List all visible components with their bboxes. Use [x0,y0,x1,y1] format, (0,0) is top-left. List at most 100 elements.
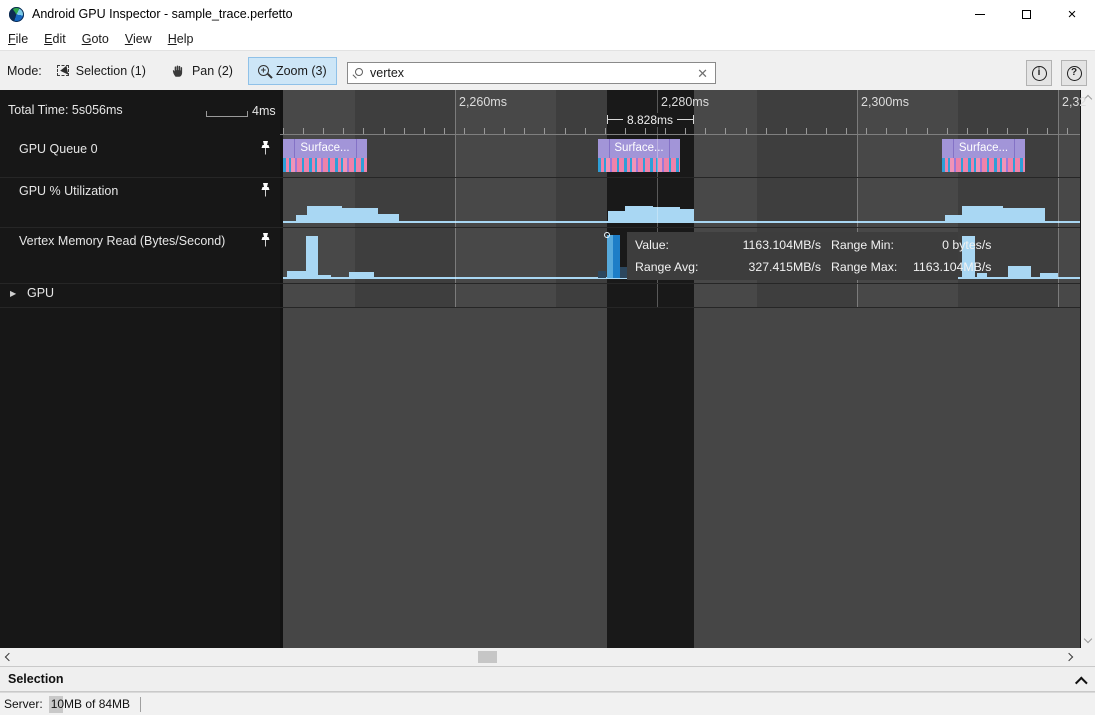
gpu-queue-event-label: Surface... [942,139,1025,158]
time-gridline [455,90,456,307]
time-tick-label: 2,300ms [861,95,909,109]
chevron-left-icon [5,653,13,661]
vertex-memory-bar[interactable] [1008,266,1031,278]
gpu-queue-event[interactable]: Surface... [283,139,367,172]
gpu-utilization-step[interactable] [962,206,1003,222]
vertex-memory-bar[interactable] [607,235,620,278]
track-label-vertex-memory[interactable]: Vertex Memory Read (Bytes/Second) [19,234,225,248]
mode-zoom-button[interactable]: + Zoom (3) [248,57,337,85]
measurement-label: 8.828ms [623,113,677,127]
gpu-utilization-step[interactable] [342,208,378,222]
search-input[interactable] [370,66,695,80]
vertical-scrollbar[interactable] [1081,90,1095,648]
close-button[interactable]: × [1049,0,1095,28]
gpu-utilization-step[interactable] [608,211,625,222]
vertex-memory-bar[interactable] [287,271,306,278]
gpu-utilization-step[interactable] [1003,208,1045,222]
row-separator [0,283,1080,284]
menu-bar: File Edit Goto View Help [0,28,1095,50]
zoom-icon: + [258,65,269,76]
chevron-right-icon [1065,653,1073,661]
scroll-right-button[interactable] [1060,648,1078,666]
memory-usage-text: 10MB of 84MB [51,697,130,711]
menu-edit[interactable]: Edit [44,32,66,46]
pin-icon[interactable] [259,140,272,155]
tooltip-value: 1163.104MB/s [711,238,821,252]
gpu-utilization-step[interactable] [378,214,399,222]
expand-arrow-icon[interactable]: ▶ [10,289,16,298]
maximize-icon [1022,10,1031,19]
window-title: Android GPU Inspector - sample_trace.per… [32,7,293,21]
scroll-down-button[interactable] [1081,632,1095,646]
mode-selection-button[interactable]: Selection (1) [47,57,156,85]
scale-label: 4ms [252,104,276,118]
gpu-queue-event-stripes [942,158,1025,172]
gpu-utilization-step[interactable] [680,209,694,222]
pin-icon[interactable] [259,182,272,197]
app-logo-icon [9,7,24,22]
scroll-left-button[interactable] [0,648,18,666]
time-tick-label: 2,260ms [459,95,507,109]
memory-usage: 10MB of 84MB [49,696,132,713]
time-tick-label: 2,32 [1062,95,1086,109]
gpu-utilization-step[interactable] [307,206,342,222]
value-tooltip: Value:1163.104MB/sRange Min:0 bytes/sRan… [627,232,958,280]
selection-icon [57,65,69,76]
ruler-bottom-line [280,134,1080,135]
toolbar-right-buttons: i ? [1026,60,1087,86]
clear-icon: ✕ [697,66,708,81]
gpu-utilization-step[interactable] [945,215,962,222]
collapse-panel-button[interactable] [1074,676,1085,687]
time-gridline [1058,90,1059,307]
maximize-button[interactable] [1003,0,1049,28]
tooltip-label: Range Max: [821,260,913,274]
search-clear-button[interactable]: ✕ [695,67,710,80]
gpu-utilization-step[interactable] [296,215,307,222]
mode-pan-button[interactable]: Pan (2) [161,57,243,85]
search-icon [355,68,363,76]
gpu-queue-event[interactable]: Surface... [942,139,1025,172]
minimize-button[interactable] [957,0,1003,28]
chevron-up-icon [1075,677,1088,690]
menu-view[interactable]: View [125,32,152,46]
vertex-memory-bar[interactable] [1040,273,1058,278]
track-label-gpu-queue[interactable]: GPU Queue 0 [19,142,98,156]
scrollbar-thumb[interactable] [478,651,497,663]
tooltip-value: 327.415MB/s [711,260,821,274]
gpu-queue-event-label: Surface... [598,139,680,158]
help-icon: ? [1067,66,1082,81]
info-icon: i [1032,66,1047,81]
gpu-queue-event-stripes [283,158,367,172]
server-label: Server: [4,697,43,711]
window-controls: × [957,0,1095,28]
tooltip-label: Range Avg: [635,260,711,274]
mode-button-label: Pan (2) [192,64,233,78]
status-bar: Server: 10MB of 84MB [0,692,1095,715]
menu-file[interactable]: File [8,32,28,46]
total-time-label: Total Time: 5s056ms [8,103,123,117]
group-label-gpu[interactable]: GPU [27,286,54,300]
time-tick-label: 2,280ms [661,95,709,109]
vertex-memory-bar[interactable] [306,236,318,278]
status-separator [140,697,141,712]
tooltip-value: 0 bytes/s [913,238,991,252]
row-separator [0,227,1080,228]
horizontal-scrollbar[interactable] [0,648,1095,666]
tooltip-label: Value: [635,238,711,252]
info-button[interactable]: i [1026,60,1052,86]
vertex-memory-bar[interactable] [349,272,374,278]
tooltip-label: Range Min: [821,238,913,252]
menu-help[interactable]: Help [168,32,194,46]
gpu-utilization-step[interactable] [625,206,653,222]
mode-button-label: Zoom (3) [276,64,327,78]
gpu-queue-event[interactable]: Surface... [598,139,680,172]
help-button[interactable]: ? [1061,60,1087,86]
track-label-gpu-utilization[interactable]: GPU % Utilization [19,184,118,198]
chevron-down-icon [1084,635,1092,643]
menu-goto[interactable]: Goto [82,32,109,46]
selected-point-marker [604,232,610,238]
vertex-memory-bar[interactable] [598,271,606,278]
pin-icon[interactable] [259,232,272,247]
mode-label: Mode: [7,64,42,78]
vertex-memory-bar[interactable] [318,275,331,278]
